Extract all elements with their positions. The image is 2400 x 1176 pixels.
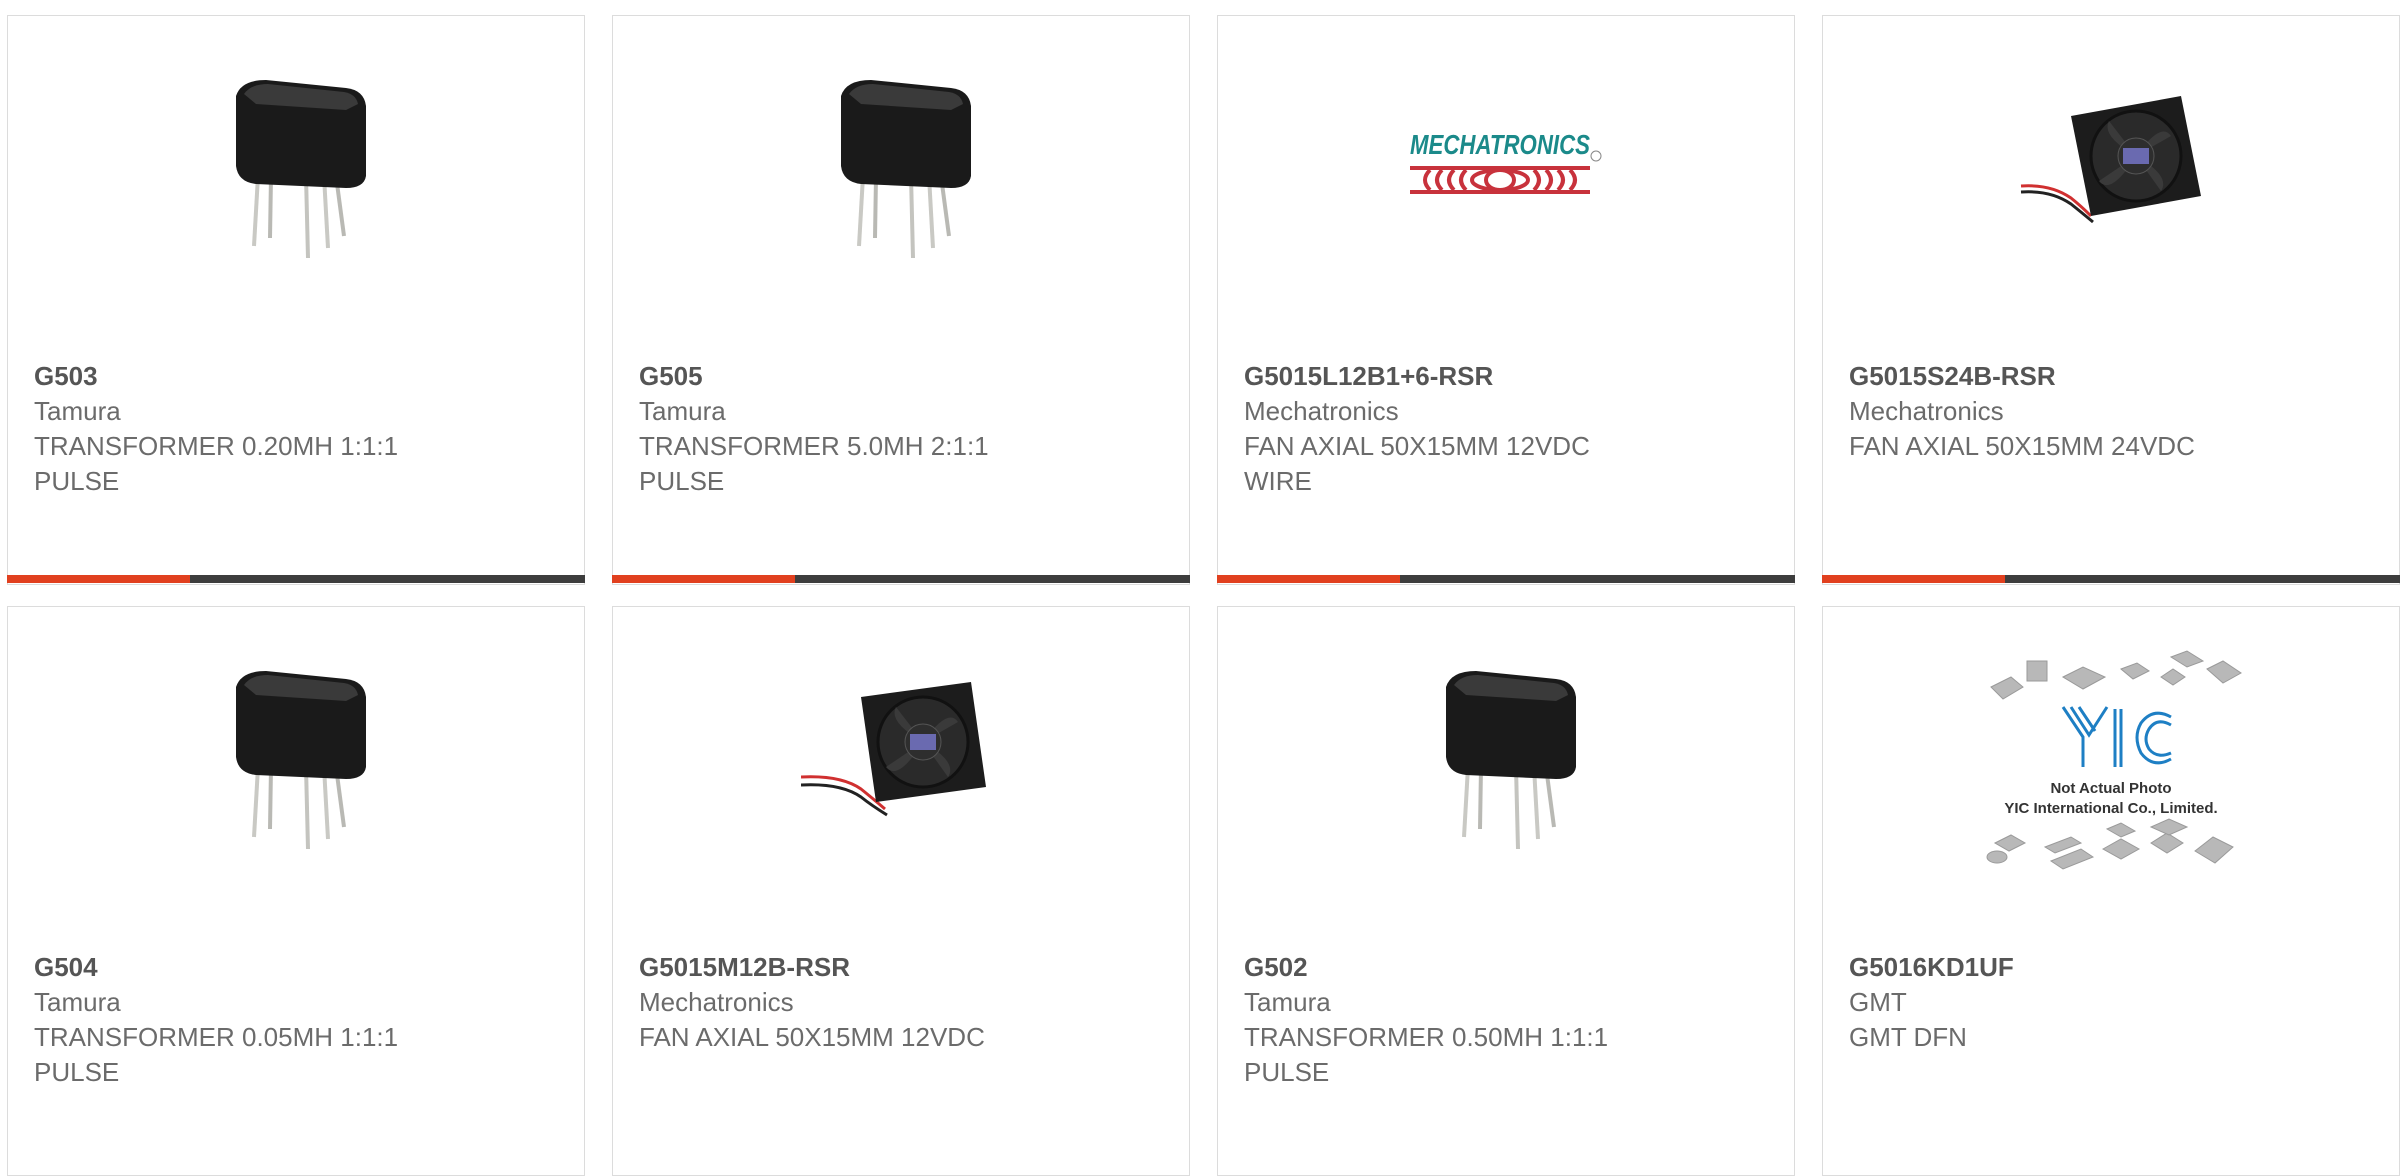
product-card[interactable]: G5015M12B-RSR Mechatronics FAN AXIAL 50X… [612,606,1190,1176]
description: TRANSFORMER 0.20MH 1:1:1 PULSE [34,431,399,496]
product-card[interactable]: G504 Tamura TRANSFORMER 0.05MH 1:1:1 PUL… [7,606,585,1176]
product-info: G503 Tamura TRANSFORMER 0.20MH 1:1:1 PUL… [34,358,564,499]
product-image[interactable] [8,657,584,857]
card-accent [7,575,190,583]
description: TRANSFORMER 0.50MH 1:1:1 PULSE [1244,1022,1609,1087]
card-accent [1217,575,1400,583]
product-image[interactable] [1218,657,1794,857]
fan-image [2020,96,2201,224]
part-number[interactable]: G5016KD1UF [1849,949,2379,985]
fan-image [801,682,986,817]
yic-notice-line1: Not Actual Photo [2050,780,2171,797]
card-bottom-bar [7,575,585,583]
description: TRANSFORMER 0.05MH 1:1:1 PULSE [34,1022,399,1087]
product-grid: G503 Tamura TRANSFORMER 0.20MH 1:1:1 PUL… [7,15,2400,1176]
product-image[interactable] [1823,66,2399,266]
part-number[interactable]: G5015L12B1+6-RSR [1244,358,1774,394]
transformer-image [1446,671,1576,850]
manufacturer: Mechatronics [1244,396,1399,426]
manufacturer: Mechatronics [1849,396,2004,426]
product-card[interactable]: G502 Tamura TRANSFORMER 0.50MH 1:1:1 PUL… [1217,606,1795,1176]
description: FAN AXIAL 50X15MM 12VDC [639,1022,985,1052]
product-card[interactable]: Not Actual Photo YIC International Co., … [1822,606,2400,1176]
manufacturer: Tamura [639,396,726,426]
part-number[interactable]: G503 [34,358,564,394]
mechatronics-logo: MECHATRONICS [1410,129,1602,194]
card-bottom-bar [1217,575,1795,583]
manufacturer: Tamura [34,987,121,1017]
product-info: G505 Tamura TRANSFORMER 5.0MH 2:1:1 PULS… [639,358,1169,499]
transformer-image [236,80,366,259]
product-card[interactable]: G505 Tamura TRANSFORMER 5.0MH 2:1:1 PULS… [612,15,1190,585]
product-card[interactable]: G503 Tamura TRANSFORMER 0.20MH 1:1:1 PUL… [7,15,585,585]
card-bottom-bar [612,575,1190,583]
manufacturer: Tamura [34,396,121,426]
part-number[interactable]: G504 [34,949,564,985]
transformer-image [841,80,971,259]
product-card[interactable]: MECHATRONICS G5015L12B1+6-RSR Mechatroni… [1217,15,1795,585]
product-info: G5015S24B-RSR Mechatronics FAN AXIAL 50X… [1849,358,2379,464]
product-info: G5016KD1UF GMT GMT DFN [1849,949,2379,1055]
manufacturer: Tamura [1244,987,1331,1017]
product-image[interactable] [613,66,1189,266]
product-image[interactable]: MECHATRONICS [1218,66,1794,266]
transformer-image [236,671,366,850]
product-info: G5015L12B1+6-RSR Mechatronics FAN AXIAL … [1244,358,1774,499]
yic-notice-line2: YIC International Co., Limited. [2004,800,2217,817]
description: FAN AXIAL 50X15MM 12VDC WIRE [1244,431,1590,496]
manufacturer: GMT [1849,987,1907,1017]
card-accent [1822,575,2005,583]
description: GMT DFN [1849,1022,1967,1052]
mechatronics-logo-text: MECHATRONICS [1410,129,1590,160]
product-card[interactable]: G5015S24B-RSR Mechatronics FAN AXIAL 50X… [1822,15,2400,585]
product-image[interactable]: Not Actual Photo YIC International Co., … [1823,647,2399,887]
product-info: G504 Tamura TRANSFORMER 0.05MH 1:1:1 PUL… [34,949,564,1090]
card-accent [612,575,795,583]
description: TRANSFORMER 5.0MH 2:1:1 PULSE [639,431,989,496]
product-info: G502 Tamura TRANSFORMER 0.50MH 1:1:1 PUL… [1244,949,1774,1090]
product-image[interactable] [613,657,1189,857]
part-number[interactable]: G5015M12B-RSR [639,949,1169,985]
product-image[interactable] [8,66,584,266]
part-number[interactable]: G5015S24B-RSR [1849,358,2379,394]
manufacturer: Mechatronics [639,987,794,1017]
yic-placeholder-image: Not Actual Photo YIC International Co., … [1986,650,2242,870]
part-number[interactable]: G505 [639,358,1169,394]
card-bottom-bar [1822,575,2400,583]
product-info: G5015M12B-RSR Mechatronics FAN AXIAL 50X… [639,949,1169,1055]
description: FAN AXIAL 50X15MM 24VDC [1849,431,2195,461]
part-number[interactable]: G502 [1244,949,1774,985]
